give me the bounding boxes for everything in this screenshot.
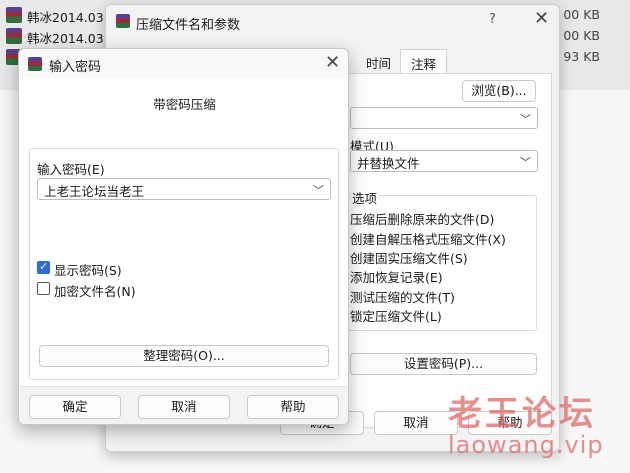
chevron-down-icon: ﹀	[520, 156, 531, 169]
dialog-title: 压缩文件名和参数	[136, 18, 241, 33]
browse-button[interactable]: 浏览(B)...	[462, 80, 536, 102]
update-mode-select[interactable]: 并替换文件 ﹀	[350, 150, 538, 172]
options-label: 选项	[350, 188, 380, 207]
update-mode-value: 并替换文件	[357, 156, 420, 171]
close-icon[interactable]: ✕	[325, 52, 340, 73]
cancel-button[interactable]: 取消	[374, 411, 458, 435]
file-name: 韩冰2014.03.2	[27, 31, 116, 46]
rar-file-icon	[6, 7, 22, 23]
help-icon[interactable]: ?	[489, 12, 496, 27]
chevron-down-icon[interactable]: ﹀	[313, 182, 324, 198]
option-lock[interactable]: 锁定压缩文件(L)	[350, 306, 442, 325]
winrar-icon	[28, 57, 42, 71]
watermark-title: 老王论坛	[448, 394, 596, 434]
option-recovery[interactable]: 添加恢复记录(E)	[350, 267, 443, 286]
rar-file-icon	[6, 28, 22, 44]
archive-name-combo[interactable]: ﹀	[350, 107, 538, 129]
show-password-label[interactable]: 显示密码(S)	[54, 260, 122, 279]
close-icon[interactable]: ✕	[534, 8, 549, 29]
encrypt-names-checkbox[interactable]	[37, 282, 50, 295]
option-sfx[interactable]: 创建自解压格式压缩文件(X)	[350, 229, 506, 248]
chevron-down-icon: ﹀	[520, 113, 531, 126]
password-value: 上老王论坛当老王	[44, 184, 145, 199]
organize-passwords-button[interactable]: 整理密码(O)...	[39, 345, 329, 367]
password-label: 输入密码(E)	[37, 162, 105, 177]
encrypt-names-label[interactable]: 加密文件名(N)	[54, 281, 136, 300]
dialog-title: 输入密码	[49, 60, 102, 75]
password-input[interactable]: 上老王论坛当老王 ﹀	[37, 178, 331, 200]
password-dialog: 输入密码 ✕ 带密码压缩 输入密码(E) 上老王论坛当老王 ﹀ 显示密码(S) …	[18, 48, 349, 425]
option-delete-after[interactable]: 压缩后删除原来的文件(D)	[350, 209, 494, 228]
watermark: 老王论坛 laowang.vip	[448, 386, 604, 459]
tab-time[interactable]: 时间	[356, 49, 401, 73]
file-name: 韩冰2014.03.2	[27, 10, 116, 25]
option-test[interactable]: 测试压缩的文件(T)	[350, 287, 455, 306]
dialog-footer: 确定 取消 帮助	[19, 386, 348, 424]
file-size: 93 KB	[563, 49, 600, 64]
option-solid[interactable]: 创建固实压缩文件(S)	[350, 248, 468, 267]
set-password-button[interactable]: 设置密码(P)...	[350, 353, 537, 375]
winrar-icon	[116, 14, 130, 28]
cancel-button[interactable]: 取消	[138, 395, 230, 419]
tab-comment[interactable]: 注释	[400, 49, 448, 73]
dialog-body: 带密码压缩 输入密码(E) 上老王论坛当老王 ﹀ 显示密码(S) 加密文件名(N…	[19, 78, 348, 386]
file-size: 00 KB	[563, 28, 600, 43]
show-password-checkbox[interactable]	[37, 260, 50, 274]
ok-button[interactable]: 确定	[29, 395, 121, 419]
watermark-url: laowang.vip	[448, 431, 604, 459]
help-button[interactable]: 帮助	[247, 395, 339, 419]
dialog-heading: 带密码压缩	[153, 97, 216, 112]
file-size: 00 KB	[563, 7, 600, 22]
